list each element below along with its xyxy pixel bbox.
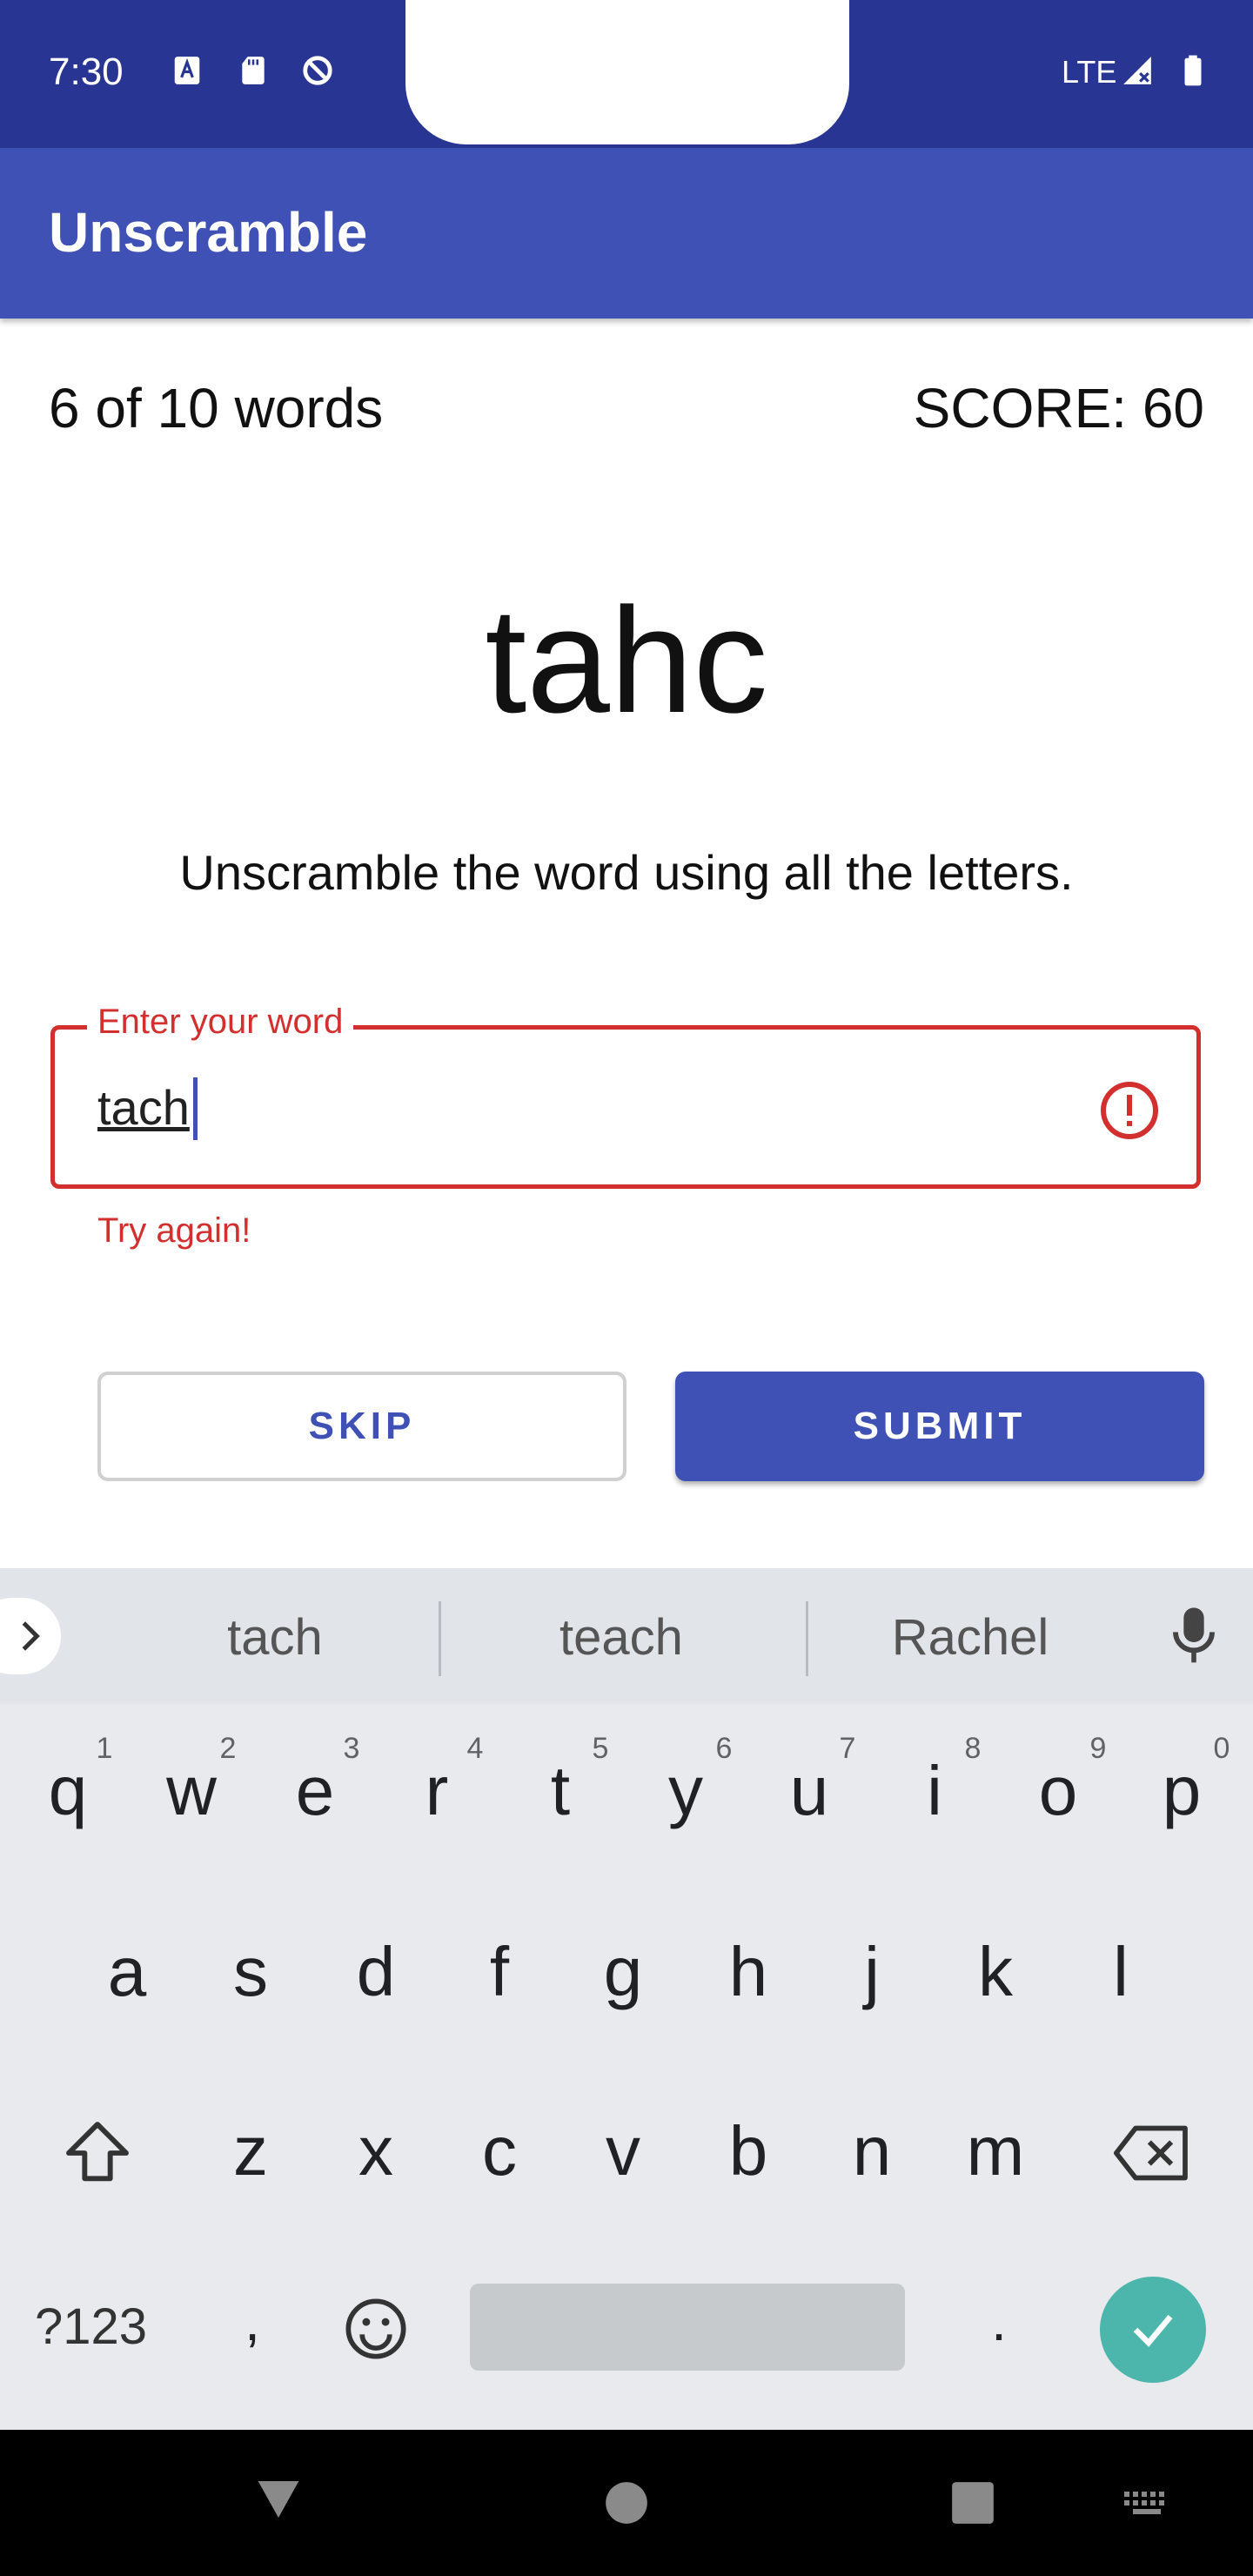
- key-b[interactable]: b: [705, 2111, 792, 2191]
- error-message: Try again!: [97, 1211, 251, 1250]
- key-comma[interactable]: ,: [209, 2289, 296, 2353]
- key-hint: 6: [715, 1732, 733, 1765]
- battery-icon: [1184, 55, 1202, 86]
- key-period[interactable]: .: [955, 2289, 1042, 2353]
- status-time: 7:30: [49, 50, 124, 93]
- display-notch: [405, 0, 849, 144]
- key-f[interactable]: f: [456, 1932, 543, 2012]
- skip-button[interactable]: SKIP: [97, 1372, 626, 1481]
- key-n[interactable]: n: [828, 2111, 915, 2191]
- word-input-field[interactable]: [50, 1025, 1201, 1189]
- shift-icon[interactable]: [59, 2115, 136, 2191]
- text-notification-icon: [174, 57, 200, 84]
- key-h[interactable]: h: [705, 1932, 792, 2012]
- key-hint: 7: [839, 1732, 856, 1765]
- key-hint: 5: [592, 1732, 609, 1765]
- key-c[interactable]: c: [456, 2111, 543, 2191]
- suggestion-divider: [806, 1601, 808, 1676]
- key-x[interactable]: x: [332, 2111, 419, 2191]
- recents-icon[interactable]: [950, 2480, 995, 2526]
- space-bar[interactable]: [470, 2284, 905, 2371]
- suggestion-item[interactable]: tach: [188, 1608, 362, 1667]
- key-hint: 3: [343, 1732, 360, 1765]
- sd-card-icon: [242, 57, 265, 84]
- home-icon[interactable]: [604, 2480, 649, 2526]
- app-title: Unscramble: [49, 201, 368, 264]
- key-l[interactable]: l: [1077, 1932, 1164, 2012]
- key-z[interactable]: z: [207, 2111, 294, 2191]
- suggestion-item[interactable]: teach: [517, 1608, 726, 1667]
- emoji-icon[interactable]: [343, 2296, 409, 2362]
- key-hint: 9: [1089, 1732, 1107, 1765]
- chevron-right-icon: [22, 1621, 40, 1651]
- data-saver-icon: [303, 56, 332, 85]
- enter-button[interactable]: [1100, 2277, 1206, 2383]
- key-hint: 1: [96, 1732, 113, 1765]
- keyboard-switch-icon[interactable]: [1122, 2489, 1171, 2519]
- key-j[interactable]: j: [828, 1932, 915, 2012]
- key-d[interactable]: d: [332, 1932, 419, 2012]
- suggestion-item[interactable]: Rachel: [861, 1608, 1079, 1667]
- key-a[interactable]: a: [84, 1932, 171, 2012]
- microphone-icon[interactable]: [1169, 1605, 1218, 1667]
- symbols-key[interactable]: ?123: [35, 2298, 147, 2356]
- text-cursor: [193, 1077, 198, 1140]
- backspace-icon[interactable]: [1110, 2120, 1194, 2186]
- submit-button[interactable]: SUBMIT: [675, 1372, 1204, 1481]
- scrambled-word: tahc: [485, 577, 768, 744]
- suggestion-divider: [439, 1601, 441, 1676]
- network-type: LTE: [1062, 54, 1117, 90]
- instructions: Unscramble the word using all the letter…: [179, 845, 1074, 900]
- key-hint: 2: [219, 1732, 237, 1765]
- back-icon[interactable]: [254, 2477, 303, 2522]
- key-s[interactable]: s: [207, 1932, 294, 2012]
- word-input[interactable]: tach: [97, 1079, 190, 1136]
- key-k[interactable]: k: [952, 1932, 1039, 2012]
- key-hint: 8: [964, 1732, 982, 1765]
- key-hint: 4: [466, 1732, 484, 1765]
- key-v[interactable]: v: [580, 2111, 667, 2191]
- key-hint: 0: [1213, 1732, 1230, 1765]
- word-count: 6 of 10 words: [49, 377, 384, 439]
- checkmark-icon: [1133, 2314, 1173, 2347]
- signal-icon: [1123, 57, 1151, 84]
- error-icon: [1101, 1082, 1158, 1139]
- input-label: Enter your word: [87, 1003, 354, 1042]
- key-m[interactable]: m: [952, 2111, 1039, 2191]
- score: SCORE: 60: [913, 377, 1204, 439]
- key-g[interactable]: g: [580, 1932, 667, 2012]
